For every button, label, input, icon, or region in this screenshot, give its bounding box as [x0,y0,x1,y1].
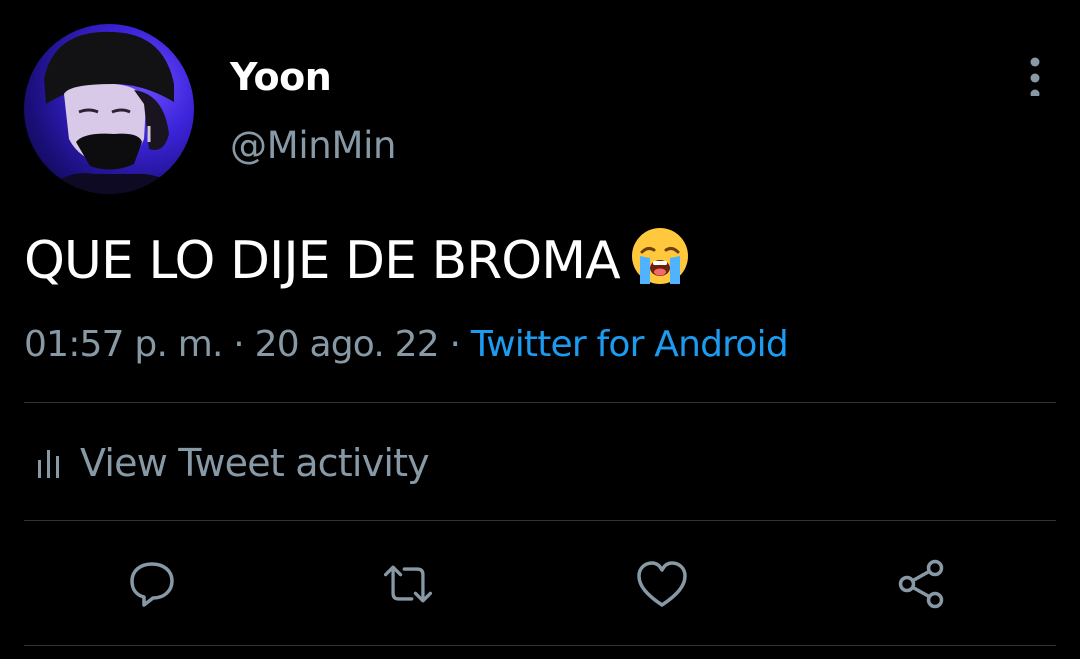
avatar[interactable] [24,24,194,194]
meta-separator: · [449,324,461,365]
share-button[interactable] [893,556,949,612]
share-icon [898,559,944,609]
display-name[interactable]: Yoon [230,54,332,100]
view-tweet-activity-label: View Tweet activity [80,441,430,485]
username-handle[interactable]: @MinMin [230,123,397,169]
tweet-detail: Yoon @MinMin QUE LO DIJE DE BROMA 01:57 … [0,0,1080,659]
tweet-text: QUE LO DIJE DE BROMA [24,226,690,303]
avatar-photo [44,31,184,194]
divider [24,520,1056,521]
tweet-meta: 01:57 p. m. · 20 ago. 22 · Twitter for A… [24,322,789,368]
tweet-source-link[interactable]: Twitter for Android [471,324,789,365]
retweet-button[interactable] [380,556,436,612]
more-vertical-icon [1030,57,1040,96]
meta-separator: · [233,324,244,365]
bar-chart-icon [38,450,59,478]
tweet-text-content: QUE LO DIJE DE BROMA [24,231,621,291]
reply-icon [130,562,174,607]
reply-button[interactable] [124,556,180,612]
more-options-button[interactable] [1015,52,1055,100]
like-button[interactable] [634,556,690,612]
view-tweet-activity-button[interactable]: View Tweet activity [36,438,430,488]
loudly-crying-face-icon [630,226,690,303]
tweet-date: 20 ago. 22 [254,324,440,365]
divider [24,402,1056,403]
tweet-time: 01:57 p. m. [24,324,223,365]
retweet-icon [383,565,433,603]
divider [24,645,1056,646]
heart-icon [637,561,687,607]
